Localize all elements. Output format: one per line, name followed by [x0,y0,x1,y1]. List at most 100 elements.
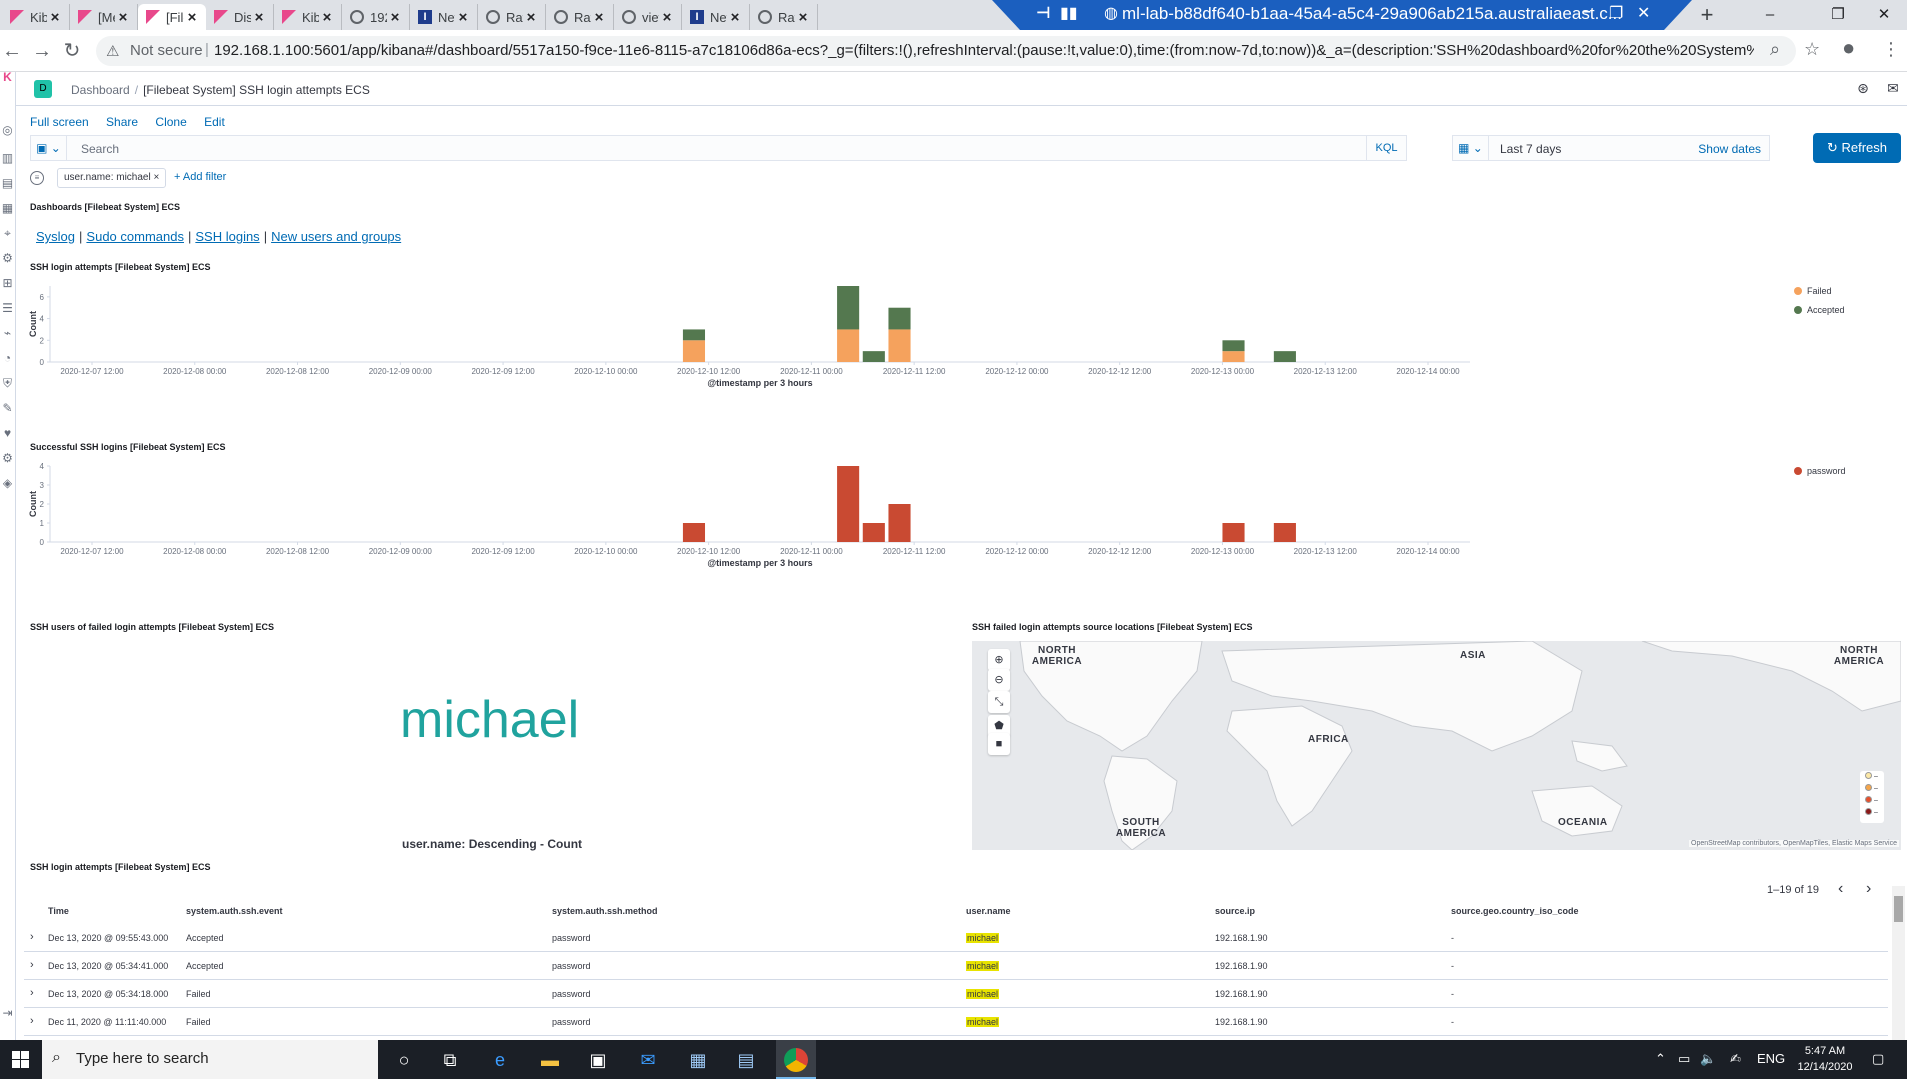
vertical-scrollbar[interactable] [1892,886,1905,1040]
table-row[interactable]: › Dec 13, 2020 @ 05:34:41.000 Accepted pass… [24,952,1888,980]
source-locations-map[interactable]: ⊕ ⊖ ⤡ ⬟ ■ NORTH AMERICA ASIA NORTH AMERI… [972,641,1901,850]
kibana-logo-icon[interactable]: K [1,71,14,84]
time-range[interactable]: Last 7 days [1500,142,1561,156]
close-tab-icon[interactable]: × [795,9,811,26]
fit-bounds-button[interactable]: ⤡ [988,691,1010,713]
close-tab-icon[interactable]: × [319,9,335,26]
dashboard-icon[interactable]: ▤ [1,177,14,190]
link-sudo-commands[interactable]: Sudo commands [86,229,184,244]
link-syslog[interactable]: Syslog [36,229,75,244]
close-tab-icon[interactable]: × [47,9,63,26]
browser-tab[interactable]: view× [614,4,682,30]
reload-icon[interactable]: ↻ [60,39,84,63]
network-app-icon[interactable]: ▦ [686,1048,710,1072]
close-tab-icon[interactable]: × [251,9,267,26]
column-header[interactable]: system.auth.ssh.event [186,906,283,916]
full-screen-button[interactable]: Full screen [30,115,89,129]
visualize-icon[interactable]: ▥ [1,152,14,165]
bookmark-star-icon[interactable]: ☆ [1804,39,1820,60]
tray-chevron-icon[interactable]: ⌃ [1655,1051,1666,1067]
browser-tab[interactable]: [Me× [70,4,138,30]
language-indicator[interactable]: ENG [1757,1051,1785,1066]
column-header[interactable]: system.auth.ssh.method [552,906,658,916]
browser-tab[interactable]: Kiba× [274,4,342,30]
uptime-icon[interactable]: ◔ [1,352,14,365]
edge-icon[interactable]: e [488,1048,512,1072]
column-header[interactable]: user.name [966,906,1011,916]
draw-rectangle-button[interactable]: ■ [988,733,1010,755]
stack-icon[interactable]: ◈ [1,477,14,490]
kql-toggle[interactable]: KQL [1366,136,1406,160]
browser-tab[interactable]: Disc× [206,4,274,30]
maps-icon[interactable]: ⌖ [1,227,14,240]
cortana-icon[interactable]: ○ [392,1048,416,1072]
share-button[interactable]: Share [106,115,138,129]
expand-row-icon[interactable]: › [30,959,34,971]
expand-row-icon[interactable]: › [30,1015,34,1027]
browser-tab[interactable]: Rav× [546,4,614,30]
siem-icon[interactable]: ⛨ [1,377,14,390]
prev-page-icon[interactable]: ‹ [1838,880,1843,898]
monitoring-icon[interactable]: ♥ [1,427,14,440]
close-tab-icon[interactable]: × [455,9,471,26]
next-page-icon[interactable]: › [1866,880,1871,898]
pin-icon[interactable]: ⊣ [1036,3,1051,23]
edit-button[interactable]: Edit [204,115,225,129]
breadcrumb-dashboard[interactable]: Dashboard [71,83,130,97]
add-filter-button[interactable]: + Add filter [174,171,226,183]
restore-icon[interactable]: ❐ [1609,3,1623,23]
file-explorer-icon[interactable]: ▬ [538,1048,562,1072]
logs-icon[interactable]: ☰ [1,302,14,315]
server-app-icon[interactable]: ▤ [734,1048,758,1072]
column-header[interactable]: Time [48,906,69,916]
legend-item[interactable]: Accepted [1794,305,1845,315]
calendar-icon[interactable]: ▦ ⌄ [1453,136,1489,160]
start-button[interactable] [0,1040,42,1079]
close-tab-icon[interactable]: × [523,9,539,26]
saved-query-icon[interactable]: ▣ ⌄ [31,136,67,160]
expand-row-icon[interactable]: › [30,987,34,999]
clock[interactable]: 5:47 AM 12/14/2020 [1790,1043,1860,1075]
menu-kebab-icon[interactable]: ⋮ [1882,39,1900,60]
show-dates-button[interactable]: Show dates [1698,142,1761,156]
collapse-icon[interactable]: ⇥ [1,1007,14,1020]
zoom-in-button[interactable]: ⊕ [988,649,1010,671]
space-avatar[interactable]: D [34,80,52,98]
security-indicator[interactable]: Not secure [130,42,203,59]
forward-icon[interactable]: → [30,39,54,63]
remove-filter-icon[interactable]: × [154,172,160,183]
browser-tab[interactable]: Rav× [478,4,546,30]
legend-item[interactable]: password [1794,466,1846,476]
taskbar-search-input[interactable]: Type here to search [76,1050,209,1067]
close-tab-icon[interactable]: × [727,9,743,26]
zoom-out-button[interactable]: ⊖ [988,669,1010,691]
browser-tab[interactable]: 192.× [342,4,410,30]
devtools-icon[interactable]: ✎ [1,402,14,415]
refresh-button[interactable]: ↻ Refresh [1813,133,1901,163]
close-tab-icon[interactable]: × [591,9,607,26]
chrome-icon[interactable] [784,1048,808,1072]
apm-icon[interactable]: ⌁ [1,327,14,340]
task-view-icon[interactable]: ⧉ [438,1048,462,1072]
volume-icon[interactable]: 🔈 [1700,1051,1716,1067]
minimize-icon[interactable]: – [1582,3,1591,21]
clone-button[interactable]: Clone [155,115,186,129]
window-maximize-button[interactable]: ❐ [1815,2,1861,28]
table-row[interactable]: › Dec 13, 2020 @ 09:55:43.000 Accepted pass… [24,924,1888,952]
mail-icon[interactable]: ✉ [636,1048,660,1072]
link-new-users-groups[interactable]: New users and groups [271,229,401,244]
canvas-icon[interactable]: ▦ [1,202,14,215]
close-tab-icon[interactable]: × [184,9,200,26]
table-row[interactable]: › Dec 11, 2020 @ 11:11:40.000 Failed passwo… [24,1008,1888,1036]
close-tab-icon[interactable]: × [659,9,675,26]
map-attribution[interactable]: OpenStreetMap contributors, OpenMapTiles… [1689,840,1899,847]
column-header[interactable]: source.geo.country_iso_code [1451,906,1579,916]
window-minimize-button[interactable]: – [1747,2,1793,28]
tagcloud-word[interactable]: michael [400,690,579,750]
browser-tab[interactable]: I Net× [410,4,478,30]
store-icon[interactable]: ▣ [586,1048,610,1072]
network-icon[interactable]: ▭ [1678,1051,1690,1067]
url-text[interactable]: 192.168.1.100:5601/app/kibana#/dashboard… [214,42,1754,59]
ml-icon[interactable]: ⚙ [1,252,14,265]
table-row[interactable]: › Dec 13, 2020 @ 05:34:18.000 Failed passwo… [24,980,1888,1008]
